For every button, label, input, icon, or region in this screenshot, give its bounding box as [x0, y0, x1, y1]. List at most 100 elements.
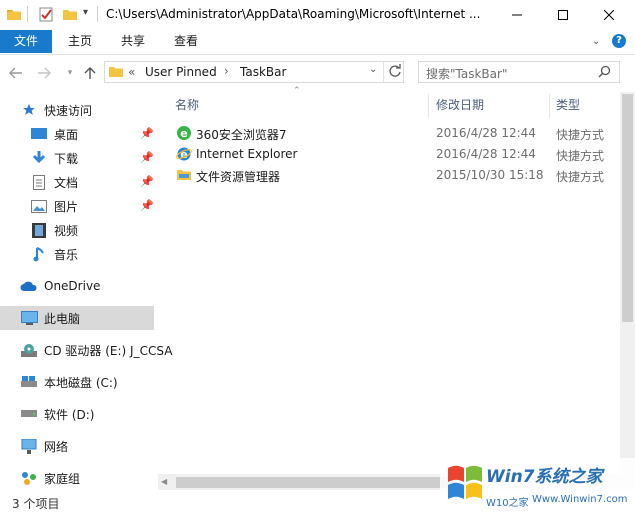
pin-icon: 📌 — [140, 151, 154, 164]
watermark-brand: Win7系统之家 — [486, 467, 603, 487]
item-count: 3 个项目 — [12, 497, 60, 511]
vertical-scroll-thumb[interactable] — [622, 94, 633, 322]
nav-downloads[interactable]: 下载 📌 — [30, 147, 184, 169]
address-overflow[interactable]: « — [128, 65, 135, 79]
breadcrumb-separator: › — [224, 64, 229, 78]
refresh-icon — [389, 64, 401, 77]
nav-label: 此电脑 — [44, 311, 81, 326]
nav-label: OneDrive — [44, 279, 101, 293]
network-icon — [20, 438, 38, 454]
pin-icon: 📌 — [140, 175, 154, 188]
nav-label: 图片 — [54, 199, 79, 214]
svg-text:e: e — [180, 127, 187, 140]
file-date: 2016/4/28 12:44 — [436, 126, 536, 140]
file-row[interactable]: e Internet Explorer 2016/4/28 12:44 快捷方式 — [170, 144, 620, 165]
nav-network[interactable]: 网络 — [20, 435, 174, 457]
breadcrumb-user-pinned[interactable]: User Pinned — [145, 65, 217, 79]
watermark-sub: W10之家 — [486, 498, 529, 509]
music-icon — [30, 246, 48, 262]
nav-documents[interactable]: 文档 📌 — [30, 171, 184, 193]
cd-drive-icon — [20, 342, 38, 358]
nav-label: 下载 — [54, 151, 79, 166]
toolbar-separator — [97, 6, 98, 22]
tab-home[interactable]: 主页 — [56, 30, 104, 53]
search-icon[interactable] — [598, 65, 611, 81]
refresh-button[interactable] — [388, 64, 402, 81]
sort-ascending-icon: ⌃ — [293, 86, 301, 96]
nav-this-pc[interactable]: 此电脑 — [20, 307, 174, 329]
nav-label: 桌面 — [54, 127, 79, 142]
expand-ribbon-icon[interactable]: ⌄ — [592, 36, 600, 47]
column-header-name[interactable]: 名称 — [175, 96, 199, 114]
address-folder-icon — [108, 64, 124, 81]
star-icon — [20, 102, 38, 118]
nav-label: 本地磁盘 (C:) — [44, 375, 118, 390]
minimize-button[interactable] — [494, 0, 540, 30]
nav-label: CD 驱动器 (E:) J_CCSA — [44, 343, 173, 358]
nav-pictures[interactable]: 图片 📌 — [30, 195, 184, 217]
up-arrow-icon — [84, 67, 96, 79]
horizontal-scroll-thumb[interactable] — [176, 477, 456, 488]
watermark: Win7系统之家 W10之家 Www.Winwin7.com — [440, 458, 635, 511]
picture-icon — [30, 198, 48, 214]
nav-homegroup[interactable]: 家庭组 — [20, 467, 174, 489]
breadcrumb-taskbar[interactable]: TaskBar — [240, 65, 286, 79]
360-browser-icon: e — [176, 125, 192, 144]
pin-icon: 📌 — [140, 199, 154, 212]
computer-icon — [20, 310, 38, 326]
hard-drive-icon — [20, 374, 38, 390]
recent-locations-icon[interactable]: ▾ — [62, 65, 78, 81]
nav-label: 家庭组 — [44, 471, 81, 486]
file-name: Internet Explorer — [196, 147, 298, 161]
download-icon — [30, 150, 48, 166]
nav-music[interactable]: 音乐 — [30, 243, 184, 265]
file-explorer-icon — [176, 167, 192, 184]
up-button[interactable] — [82, 65, 98, 81]
file-name: 360安全浏览器7 — [196, 128, 287, 142]
customize-quick-access-icon[interactable]: ▾ — [83, 7, 88, 18]
internet-explorer-icon: e — [176, 146, 192, 165]
document-icon — [30, 174, 48, 190]
nav-software-d[interactable]: 软件 (D:) — [20, 403, 174, 425]
hard-drive-icon — [20, 406, 38, 422]
maximize-button[interactable] — [540, 0, 586, 30]
toolbar-separator — [27, 6, 28, 22]
properties-icon[interactable] — [38, 7, 54, 22]
address-dropdown-icon[interactable]: ⌄ — [369, 64, 377, 75]
minimize-icon — [512, 14, 522, 16]
nav-videos[interactable]: 视频 — [30, 219, 184, 241]
new-folder-icon[interactable] — [62, 7, 78, 21]
nav-desktop[interactable]: 桌面 📌 — [30, 123, 184, 145]
close-button[interactable] — [586, 0, 632, 30]
tab-share[interactable]: 共享 — [108, 30, 158, 53]
forward-arrow-icon — [38, 67, 51, 79]
file-date: 2016/4/28 12:44 — [436, 147, 536, 161]
nav-quick-access[interactable]: 快速访问 — [20, 99, 174, 121]
file-type: 快捷方式 — [556, 149, 605, 163]
file-type: 快捷方式 — [556, 128, 605, 142]
forward-button[interactable] — [36, 65, 52, 81]
file-row[interactable]: 文件资源管理器 2015/10/30 15:18 快捷方式 — [170, 165, 620, 186]
file-row[interactable]: e 360安全浏览器7 2016/4/28 12:44 快捷方式 — [170, 123, 620, 144]
back-button[interactable] — [8, 65, 24, 81]
file-date: 2015/10/30 15:18 — [436, 168, 544, 182]
homegroup-icon — [20, 470, 38, 486]
nav-onedrive[interactable]: OneDrive — [20, 275, 174, 297]
nav-label: 快速访问 — [44, 103, 93, 118]
desktop-icon — [30, 126, 48, 142]
nav-label: 视频 — [54, 223, 79, 238]
tab-view[interactable]: 查看 — [162, 30, 210, 53]
column-header-type[interactable]: 类型 — [556, 96, 580, 114]
scroll-left-icon[interactable]: ◀ — [161, 477, 167, 486]
nav-local-disk-c[interactable]: 本地磁盘 (C:) — [20, 371, 174, 393]
help-icon[interactable]: ? — [612, 34, 626, 48]
tab-file[interactable]: 文件 — [0, 30, 52, 53]
column-separator[interactable] — [428, 94, 429, 118]
address-divider — [383, 62, 384, 82]
nav-cd-drive[interactable]: CD 驱动器 (E:) J_CCSA — [20, 339, 174, 361]
close-icon — [604, 10, 614, 20]
column-separator[interactable] — [549, 94, 550, 118]
cloud-icon — [20, 278, 38, 294]
search-input[interactable]: 搜索"TaskBar" — [426, 65, 507, 82]
column-header-date[interactable]: 修改日期 — [436, 96, 484, 114]
